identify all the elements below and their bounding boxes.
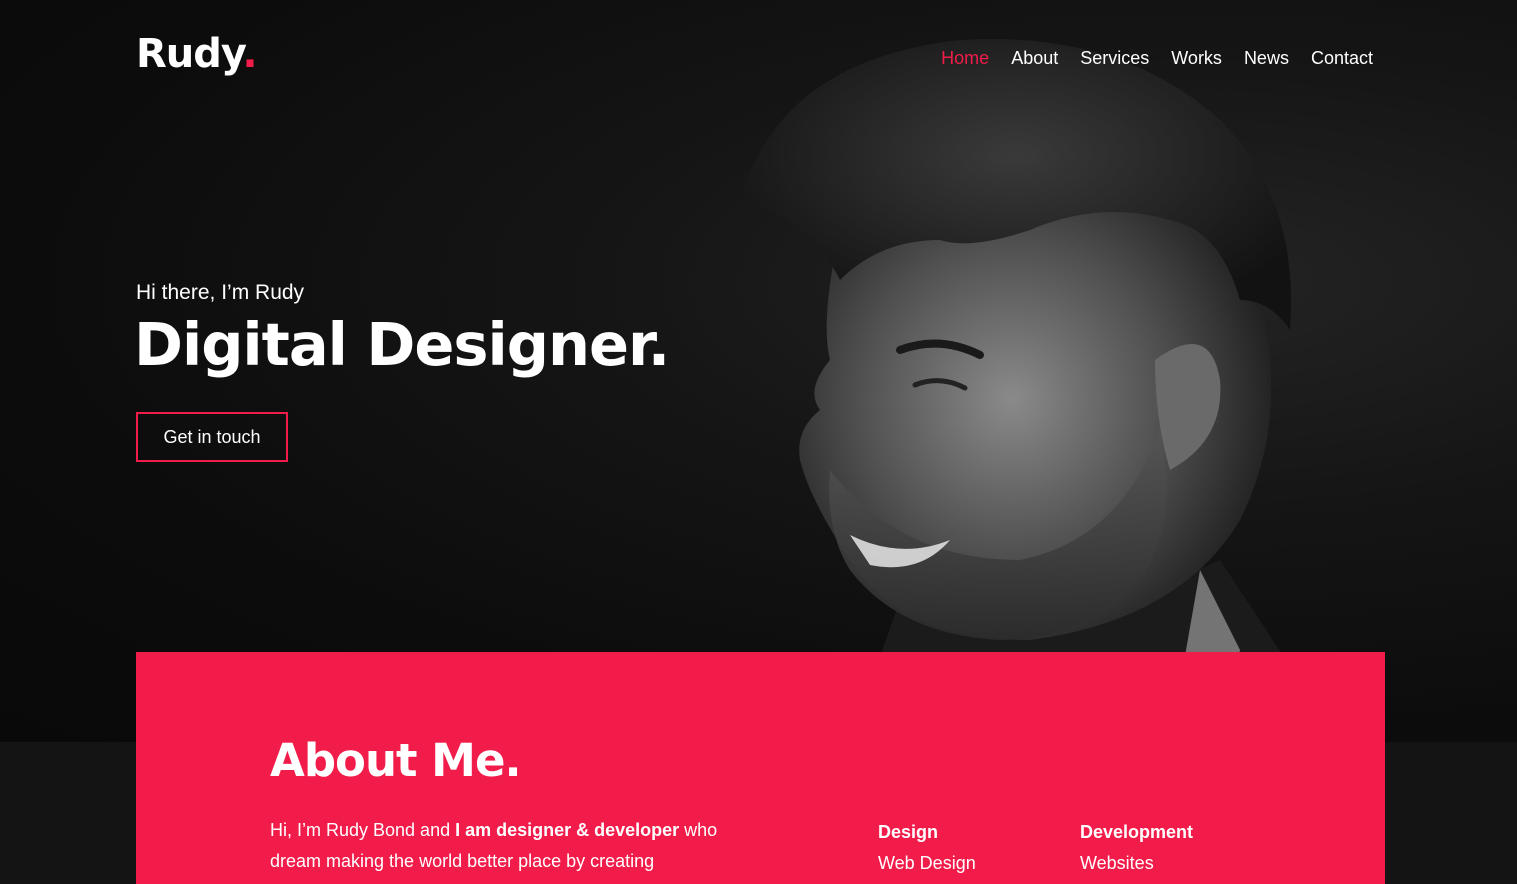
brand-dot: .	[242, 31, 257, 77]
hero-headline: Digital Designer.	[134, 310, 670, 379]
get-in-touch-button[interactable]: Get in touch	[136, 412, 288, 462]
skill-column-design: Design Web Design	[878, 817, 976, 879]
about-intro-prefix: Hi, I’m Rudy Bond and	[270, 820, 456, 840]
main-nav: Home About Services Works News Contact	[941, 48, 1373, 69]
portrait-image	[740, 39, 1340, 742]
nav-item-services[interactable]: Services	[1080, 48, 1149, 69]
about-intro: Hi, I’m Rudy Bond and I am designer & de…	[270, 815, 740, 877]
nav-item-about[interactable]: About	[1011, 48, 1058, 69]
skill-column-development: Development Websites	[1080, 817, 1193, 879]
skill-heading-design: Design	[878, 822, 939, 842]
about-title: About Me.	[270, 734, 522, 787]
skill-item: Web Design	[878, 853, 976, 873]
nav-item-contact[interactable]: Contact	[1311, 48, 1373, 69]
brand-name: Rudy	[136, 31, 243, 77]
nav-item-works[interactable]: Works	[1171, 48, 1222, 69]
skill-heading-development: Development	[1080, 822, 1194, 842]
about-section: About Me. Hi, I’m Rudy Bond and I am des…	[136, 652, 1385, 884]
about-intro-bold: I am designer & developer	[455, 820, 680, 840]
skill-item: Websites	[1080, 853, 1154, 873]
nav-item-home[interactable]: Home	[941, 48, 989, 69]
brand-logo[interactable]: Rudy.	[136, 30, 258, 78]
nav-item-news[interactable]: News	[1244, 48, 1289, 69]
hero-greeting: Hi there, I’m Rudy	[136, 281, 305, 304]
